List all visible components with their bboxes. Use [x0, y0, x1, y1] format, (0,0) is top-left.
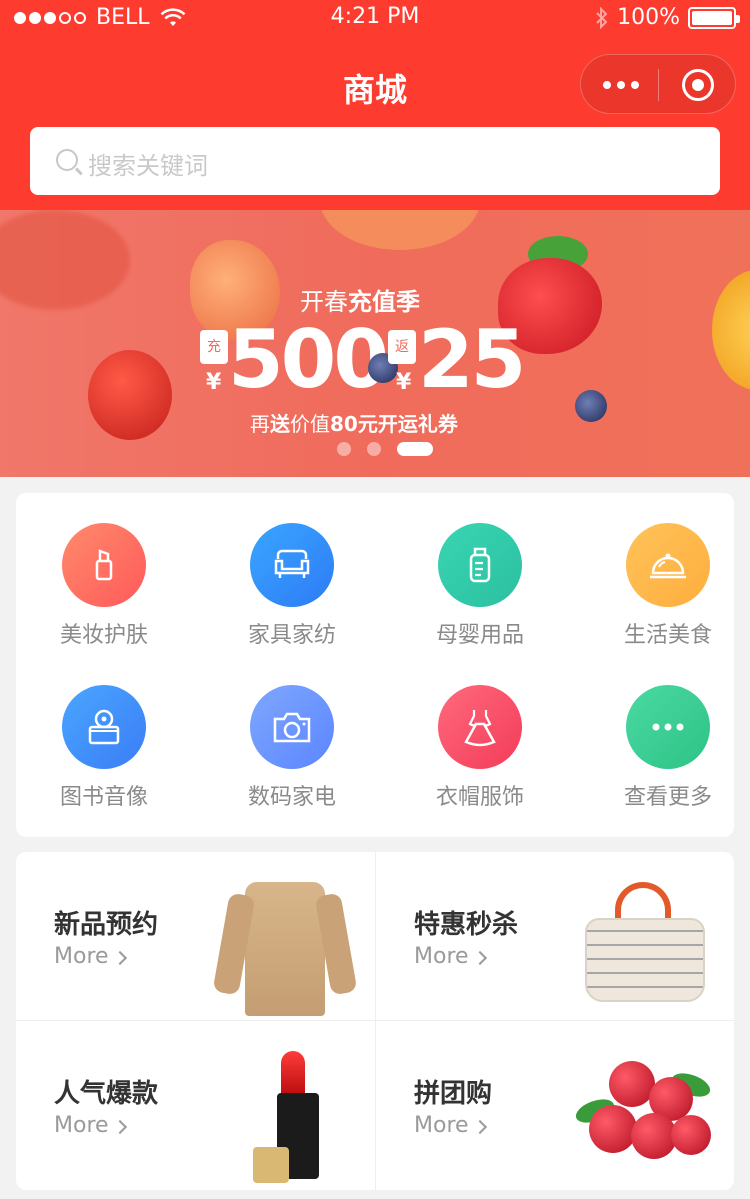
gift-line-mid: 价值 — [290, 412, 330, 436]
chevron-right-icon — [472, 1119, 487, 1135]
banner-subtitle-bold: 充值季 — [348, 288, 420, 316]
handbag-image — [575, 882, 715, 1016]
capsule-divider — [658, 69, 659, 101]
promo-group-buy[interactable]: 拼团购 More — [376, 1021, 735, 1189]
gift-line-bold2: 80元开运礼券 — [330, 412, 458, 436]
promo-new-arrivals[interactable]: 新品预约 More — [16, 852, 375, 1020]
return-currency: ¥ — [396, 370, 412, 395]
chevron-right-icon — [112, 1119, 127, 1135]
battery-percent: 100% — [617, 5, 680, 30]
more-text: More — [414, 1113, 469, 1138]
battery-group: 100% — [595, 5, 740, 30]
return-amount: 25 — [418, 313, 526, 406]
category-label: 家具家纺 — [247, 623, 336, 648]
category-label: 数码家电 — [247, 785, 336, 810]
category-books[interactable]: 图书音像 — [16, 685, 192, 811]
promo-more-link[interactable]: More — [54, 1113, 127, 1138]
promo-title: 拼团购 — [414, 1079, 493, 1109]
more-text: More — [54, 1113, 109, 1138]
category-beauty[interactable]: 美妆护肤 — [16, 523, 192, 649]
pager-dot-1[interactable] — [337, 442, 351, 456]
baby-bottle-icon — [438, 523, 522, 607]
dress-icon — [438, 685, 522, 769]
promo-title: 新品预约 — [54, 910, 159, 940]
pager-dot-2[interactable] — [367, 442, 381, 456]
category-label: 母婴用品 — [435, 623, 524, 648]
promo-best-sellers[interactable]: 人气爆款 More — [16, 1021, 375, 1189]
promo-more-link[interactable]: More — [414, 1113, 487, 1138]
category-grid: 美妆护肤 家具家纺 母婴用品 生活美食 图书音像 数码家电 衣帽服饰 查看更多 — [16, 493, 734, 837]
banner-pager — [337, 442, 433, 456]
category-label: 生活美食 — [623, 623, 712, 648]
promo-grid: 新品预约 More 特惠秒杀 More 人气爆款 More 拼团购 More — [16, 852, 734, 1190]
chevron-right-icon — [112, 950, 127, 966]
promo-title: 特惠秒杀 — [414, 910, 519, 940]
charge-currency: ¥ — [206, 370, 222, 395]
sofa-icon — [250, 523, 334, 607]
gift-line-bold1: 送 — [270, 412, 290, 436]
banner-gift-line: 再送价值80元开运礼券 — [250, 408, 458, 437]
more-text: More — [54, 944, 109, 969]
lipstick-image — [215, 1051, 355, 1185]
category-more[interactable]: 查看更多 — [580, 685, 750, 811]
promo-flash-sale[interactable]: 特惠秒杀 More — [376, 852, 735, 1020]
trench-coat-image — [215, 882, 355, 1016]
bluetooth-icon — [596, 6, 608, 29]
chevron-right-icon — [472, 950, 487, 966]
book-disc-icon — [62, 685, 146, 769]
search-placeholder: 搜索关键词 — [88, 152, 208, 180]
status-bar: BELL 4:21 PM 100% — [0, 0, 750, 40]
category-furniture[interactable]: 家具家纺 — [204, 523, 380, 649]
pager-dot-3[interactable] — [397, 442, 433, 456]
camera-icon — [250, 685, 334, 769]
more-icon — [626, 685, 710, 769]
more-text: More — [414, 944, 469, 969]
category-clothing[interactable]: 衣帽服饰 — [392, 685, 568, 811]
tomato-blur-image — [0, 210, 130, 310]
promo-banner[interactable]: 开春充值季 充 ¥ 500 返 ¥ 25 再送价值80元开运礼券 — [0, 210, 750, 477]
banner-subtitle-prefix: 开春 — [300, 288, 348, 316]
promo-title: 人气爆款 — [54, 1079, 159, 1109]
category-label: 衣帽服饰 — [435, 785, 524, 810]
gift-line-prefix: 再 — [250, 412, 270, 436]
banner-subtitle: 开春充值季 — [300, 282, 420, 317]
return-tag: 返 — [388, 330, 416, 364]
category-digital[interactable]: 数码家电 — [204, 685, 380, 811]
mini-program-capsule — [580, 54, 736, 114]
battery-icon — [688, 6, 740, 29]
charge-tag: 充 — [200, 330, 228, 364]
tomato-image — [88, 350, 172, 440]
close-target-icon[interactable] — [682, 69, 714, 101]
charge-amount: 500 — [228, 313, 389, 406]
category-label: 图书音像 — [59, 785, 148, 810]
search-box[interactable]: 搜索关键词 — [30, 127, 720, 195]
more-options-icon[interactable] — [603, 81, 639, 89]
food-cloche-icon — [626, 523, 710, 607]
promo-more-link[interactable]: More — [54, 944, 127, 969]
orange-top-image — [320, 210, 480, 250]
promo-more-link[interactable]: More — [414, 944, 487, 969]
category-label: 查看更多 — [623, 785, 712, 810]
category-food[interactable]: 生活美食 — [580, 523, 750, 649]
lipstick-icon — [62, 523, 146, 607]
category-label: 美妆护肤 — [59, 623, 148, 648]
orange-slice-image — [712, 270, 750, 390]
blueberry-image-2 — [575, 390, 607, 422]
cranberries-image — [572, 1051, 715, 1185]
search-icon — [56, 149, 78, 171]
category-baby[interactable]: 母婴用品 — [392, 523, 568, 649]
